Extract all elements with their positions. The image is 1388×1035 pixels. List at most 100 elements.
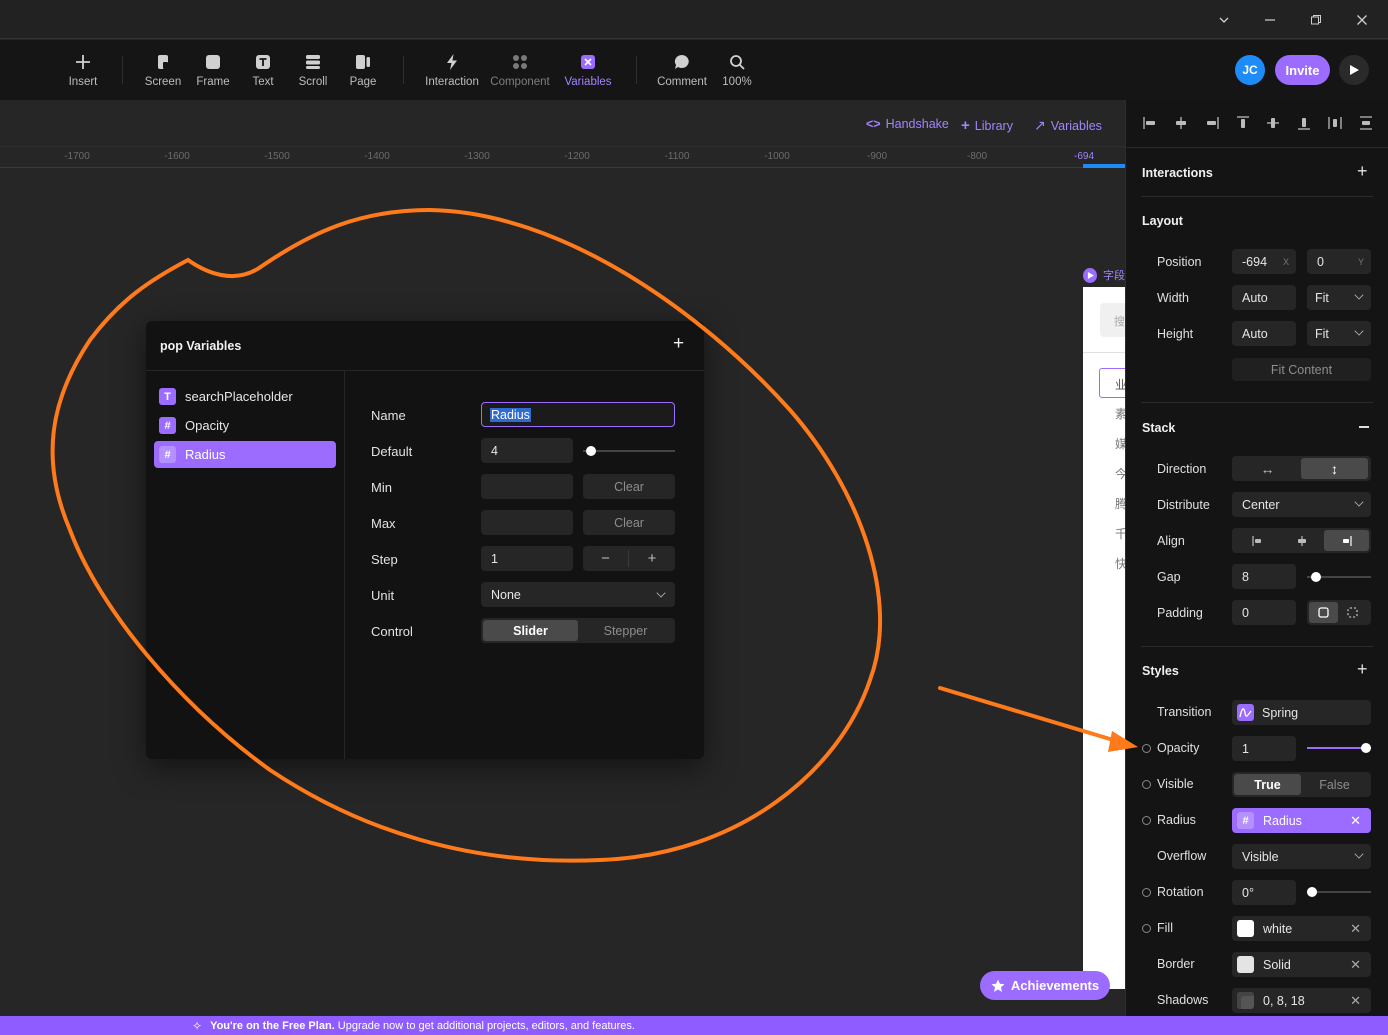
overflow-select[interactable]: Visible [1232, 844, 1371, 869]
remove-border-icon[interactable]: ✕ [1350, 957, 1361, 973]
achievements-button[interactable]: Achievements [980, 971, 1110, 1000]
restore-icon[interactable] [1293, 0, 1339, 39]
align-middle-v-icon[interactable] [1265, 115, 1281, 131]
slider-handle[interactable] [1361, 743, 1371, 753]
clear-max-button[interactable]: Clear [583, 510, 675, 535]
opacity-input[interactable]: 1 [1232, 736, 1296, 761]
distribute-horizontal-icon[interactable] [1327, 115, 1343, 131]
add-interaction-button[interactable]: + [1357, 161, 1368, 182]
align-left-icon[interactable] [1142, 115, 1158, 131]
insert-button[interactable]: Insert [63, 40, 103, 100]
comment-button[interactable]: Comment [654, 40, 710, 100]
add-variable-button[interactable]: + [673, 333, 684, 355]
width-mode-select[interactable]: Fit [1307, 285, 1371, 310]
opacity-slider[interactable] [1307, 743, 1371, 753]
name-input[interactable]: Radius [481, 402, 675, 427]
opacity-variable-icon[interactable] [1142, 744, 1151, 753]
chevron-down-icon[interactable] [1201, 0, 1247, 39]
control-slider-option[interactable]: Slider [483, 620, 578, 641]
preview-play-button[interactable] [1339, 55, 1369, 85]
page-button[interactable]: Page [343, 40, 383, 100]
align-center-icon[interactable] [1279, 530, 1324, 551]
align-bottom-icon[interactable] [1296, 115, 1312, 131]
rotation-variable-icon[interactable] [1142, 888, 1151, 897]
radius-variable-icon[interactable] [1142, 816, 1151, 825]
variables-link[interactable]: ↗ Variables [1034, 117, 1102, 134]
align-right-icon[interactable] [1204, 115, 1220, 131]
remove-stack-button[interactable] [1359, 426, 1369, 428]
close-icon[interactable] [1339, 0, 1385, 39]
default-slider[interactable] [583, 446, 675, 456]
visible-false-option[interactable]: False [1301, 774, 1368, 795]
distribute-select[interactable]: Center [1232, 492, 1371, 517]
fill-field[interactable]: white ✕ [1232, 916, 1371, 941]
avatar[interactable]: JC [1235, 55, 1265, 85]
min-input[interactable] [481, 474, 573, 499]
position-x-input[interactable]: -694 X [1232, 249, 1296, 274]
width-input[interactable]: Auto [1232, 285, 1296, 310]
clear-min-button[interactable]: Clear [583, 474, 675, 499]
border-color-swatch[interactable] [1237, 956, 1254, 973]
transition-select[interactable]: Spring [1232, 700, 1371, 725]
minimize-icon[interactable] [1247, 0, 1293, 39]
max-input[interactable] [481, 510, 573, 535]
radius-variable-chip[interactable]: # Radius ✕ [1232, 808, 1371, 833]
handshake-link[interactable]: <> Handshake [866, 117, 949, 131]
gap-input[interactable]: 8 [1232, 564, 1296, 589]
padding-uniform-icon[interactable] [1309, 602, 1338, 623]
height-input[interactable]: Auto [1232, 321, 1296, 346]
padding-individual-icon[interactable] [1338, 602, 1367, 623]
direction-vertical-icon[interactable]: ↕ [1301, 458, 1368, 479]
distribute-vertical-icon[interactable] [1358, 115, 1374, 131]
slider-handle[interactable] [586, 446, 596, 456]
fit-content-button[interactable]: Fit Content [1232, 358, 1371, 381]
height-mode-select[interactable]: Fit [1307, 321, 1371, 346]
slider-handle[interactable] [1311, 572, 1321, 582]
fill-color-swatch[interactable] [1237, 920, 1254, 937]
border-field[interactable]: Solid ✕ [1232, 952, 1371, 977]
frame-label[interactable]: 字段 [1083, 265, 1125, 285]
align-center-h-icon[interactable] [1173, 115, 1189, 131]
zoom-button[interactable]: 100% [719, 40, 755, 100]
variable-item-searchPlaceholder[interactable]: T searchPlaceholder [154, 383, 336, 410]
step-increment-button[interactable]: + [629, 550, 675, 567]
shadow-swatch[interactable] [1237, 992, 1254, 1009]
visible-variable-icon[interactable] [1142, 780, 1151, 789]
align-start-icon[interactable] [1234, 530, 1279, 551]
rotation-input[interactable]: 0° [1232, 880, 1296, 905]
remove-fill-icon[interactable]: ✕ [1350, 921, 1361, 937]
remove-shadow-icon[interactable]: ✕ [1350, 993, 1361, 1009]
screen-button[interactable]: Screen [143, 40, 183, 100]
slider-handle[interactable] [1307, 887, 1317, 897]
frame-button[interactable]: Frame [193, 40, 233, 100]
interaction-button[interactable]: Interaction [422, 40, 482, 100]
default-input[interactable]: 4 [481, 438, 573, 463]
step-input[interactable]: 1 [481, 546, 573, 571]
position-y-input[interactable]: 0 Y [1307, 249, 1371, 274]
direction-horizontal-icon[interactable]: ↔ [1234, 458, 1301, 479]
variable-item-radius[interactable]: # Radius [154, 441, 336, 468]
rotation-slider[interactable] [1307, 887, 1371, 897]
padding-input[interactable]: 0 [1232, 600, 1296, 625]
component-button[interactable]: Component [488, 40, 552, 100]
fill-variable-icon[interactable] [1142, 924, 1151, 933]
frame-preview[interactable]: 搜 业 素 媒 今 腾 千 快 [1083, 287, 1125, 989]
align-end-icon[interactable] [1324, 530, 1369, 551]
visible-true-option[interactable]: True [1234, 774, 1301, 795]
library-link[interactable]: + Library [961, 117, 1013, 134]
variable-item-opacity[interactable]: # Opacity [154, 412, 336, 439]
add-style-button[interactable]: + [1357, 659, 1368, 680]
control-stepper-option[interactable]: Stepper [578, 620, 673, 641]
scroll-button[interactable]: Scroll [293, 40, 333, 100]
text-button[interactable]: Text [243, 40, 283, 100]
align-top-icon[interactable] [1235, 115, 1251, 131]
popup-title: pop Variables [160, 339, 242, 353]
invite-button[interactable]: Invite [1275, 55, 1330, 85]
variables-button[interactable]: Variables [561, 40, 615, 100]
gap-slider[interactable] [1307, 572, 1371, 582]
step-decrement-button[interactable]: − [583, 550, 629, 567]
shadows-field[interactable]: 0, 8, 18 ✕ [1232, 988, 1371, 1013]
remove-radius-variable-icon[interactable]: ✕ [1350, 813, 1361, 829]
unit-select[interactable]: None [481, 582, 675, 607]
upgrade-banner[interactable]: ✧ You're on the Free Plan. Upgrade now t… [0, 1016, 1388, 1035]
